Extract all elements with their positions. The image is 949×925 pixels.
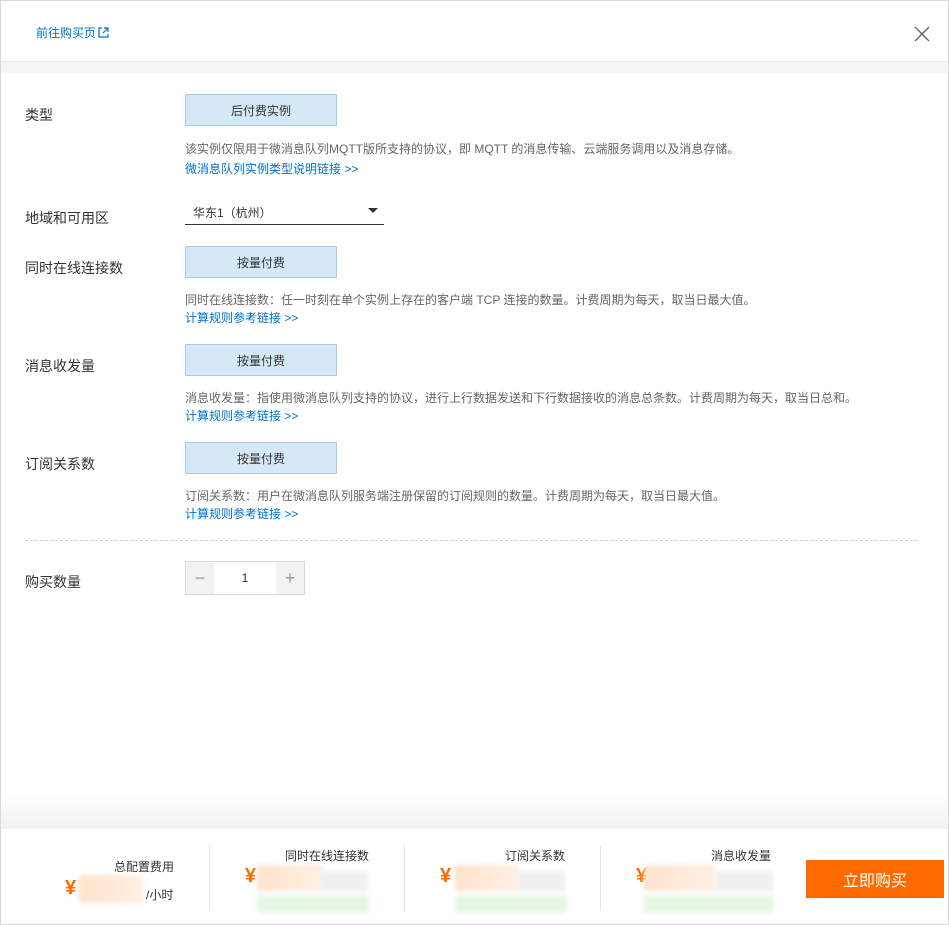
subscriptions-price-note-redacted (455, 895, 567, 913)
connections-label: 同时在线连接数 (25, 260, 123, 276)
total-price-currency: ¥ (65, 877, 77, 899)
type-description: 该实例仅限用于微消息队列MQTT版所支持的协议，即 MQTT 的消息传输、云端服… (185, 142, 740, 156)
header-separator (1, 62, 948, 73)
buy-now-button[interactable]: 立即购买 (806, 860, 944, 898)
region-value: 华东1（杭州） (193, 206, 272, 220)
quantity-label: 购买数量 (25, 574, 81, 590)
messages-price-section: 消息收发量 ¥ (601, 829, 801, 924)
total-price-title: 总配置费用 (114, 860, 175, 874)
messages-price-detail-redacted (715, 871, 773, 891)
subscriptions-price-title: 订阅关系数 (505, 849, 566, 863)
connections-price-title: 同时在线连接数 (285, 849, 370, 863)
quantity-input[interactable] (214, 562, 276, 594)
connections-description: 同时在线连接数：任一时刻在单个实例上存在的客户端 TCP 连接的数量。计费周期为… (185, 293, 756, 307)
connections-rule-link[interactable]: 计算规则参考链接 >> (185, 309, 298, 326)
region-select[interactable]: 华东1（杭州） (185, 199, 384, 225)
connections-price-note-redacted (257, 895, 369, 913)
messages-price-title: 消息收发量 (711, 849, 772, 863)
connections-price-currency: ¥ (245, 865, 257, 887)
connections-price-value-redacted (257, 865, 323, 891)
type-label: 类型 (25, 107, 53, 123)
total-price-section: 总配置费用 ¥ /小时 (1, 829, 209, 924)
chevron-down-icon (368, 208, 378, 213)
total-price-unit: /小时 (146, 888, 174, 902)
messages-price-note-redacted (644, 895, 774, 913)
quantity-increase-button[interactable]: + (276, 562, 304, 594)
subscriptions-price-currency: ¥ (440, 865, 452, 887)
subscriptions-price-section: 订阅关系数 ¥ (405, 829, 600, 924)
close-icon[interactable] (914, 26, 930, 42)
price-footer: 总配置费用 ¥ /小时 同时在线连接数 ¥ 订阅关系数 ¥ 消息收发量 ¥ 立即… (1, 829, 948, 924)
subscriptions-rule-link[interactable]: 计算规则参考链接 >> (185, 505, 298, 522)
type-doc-link[interactable]: 微消息队列实例类型说明链接 >> (185, 160, 358, 177)
connections-price-detail-redacted (320, 871, 368, 891)
section-divider (25, 540, 918, 541)
subscriptions-price-detail-redacted (517, 871, 565, 891)
quantity-stepper: − + (185, 561, 305, 595)
quantity-decrease-button[interactable]: − (186, 562, 214, 594)
messages-price-value-redacted (644, 865, 716, 891)
subscriptions-option-payg[interactable]: 按量付费 (185, 442, 337, 474)
messages-option-payg[interactable]: 按量付费 (185, 344, 337, 376)
subscriptions-description: 订阅关系数：用户在微消息队列服务端注册保留的订阅规则的数量。计费周期为每天，取当… (185, 489, 726, 503)
footer-shadow (1, 791, 948, 829)
region-label: 地域和可用区 (25, 210, 109, 226)
buy-page-link-label: 前往购买页 (36, 26, 97, 40)
connections-option-payg[interactable]: 按量付费 (185, 246, 337, 278)
buy-page-link[interactable]: 前往购买页 (36, 24, 109, 41)
dialog-header: 前往购买页 (1, 1, 948, 62)
type-option-postpaid[interactable]: 后付费实例 (185, 94, 337, 126)
total-price-value-redacted (79, 875, 143, 903)
messages-rule-link[interactable]: 计算规则参考链接 >> (185, 407, 298, 424)
external-link-icon (98, 27, 109, 38)
subscriptions-label: 订阅关系数 (25, 456, 95, 472)
messages-description: 消息收发量：指使用微消息队列支持的协议，进行上行数据发送和下行数据接收的消息总条… (185, 391, 858, 405)
purchase-dialog: 前往购买页 类型 后付费实例 该实例仅限用于微消息队列MQTT版所支持的协议，即… (0, 0, 949, 925)
subscriptions-price-value-redacted (455, 865, 519, 891)
messages-label: 消息收发量 (25, 358, 95, 374)
connections-price-section: 同时在线连接数 ¥ (210, 829, 404, 924)
